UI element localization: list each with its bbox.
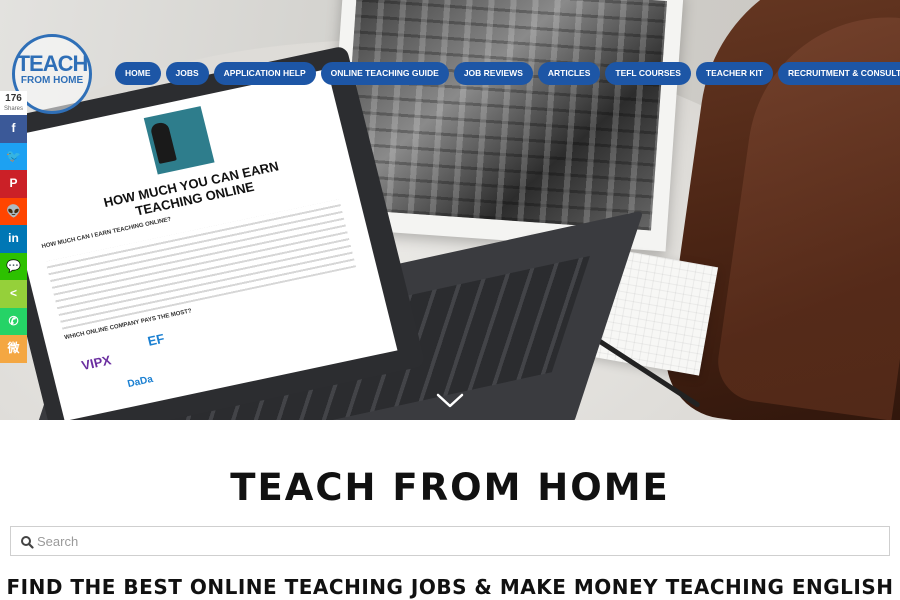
share-icon: < [9, 286, 17, 300]
share-count-number: 176 [5, 93, 22, 104]
tagline: FIND THE BEST ONLINE TEACHING JOBS & MAK… [6, 575, 894, 599]
share-buttons: f 🐦 P 👽 in 💬 < ✆ 微 [0, 115, 27, 363]
search-bar[interactable] [10, 526, 890, 556]
screen-logo-vipx: VIPX [80, 352, 113, 374]
reddit-icon: 👽 [6, 203, 21, 218]
page-title: TEACH FROM HOME [230, 466, 670, 509]
wechat-share-button[interactable]: 💬 [0, 252, 27, 280]
pinterest-icon: P [9, 176, 18, 190]
nav-articles[interactable]: ARTICLES [537, 62, 601, 85]
linkedin-icon: in [8, 231, 19, 245]
share-share-button[interactable]: < [0, 280, 27, 308]
screen-logo-ef: EF [146, 330, 167, 349]
wechat-icon: 💬 [6, 258, 21, 273]
main-nav: HOME JOBS APPLICATION HELP ONLINE TEACHI… [115, 62, 900, 85]
nav-recruitment-consulting[interactable]: RECRUITMENT & CONSULTING [778, 62, 900, 85]
nav-home[interactable]: HOME [115, 62, 161, 85]
search-input[interactable] [37, 527, 877, 555]
nav-online-teaching-guide[interactable]: ONLINE TEACHING GUIDE [320, 62, 449, 85]
logo-line-2: FROM HOME [20, 75, 84, 86]
scroll-down-chevron-icon[interactable] [436, 393, 464, 409]
search-icon [21, 536, 34, 549]
twitter-icon: 🐦 [6, 148, 21, 163]
nav-application-help[interactable]: APPLICATION HELP [213, 62, 316, 85]
logo-line-1: TEACH [16, 51, 89, 76]
twitter-share-button[interactable]: 🐦 [0, 142, 27, 170]
nav-teacher-kit[interactable]: TEACHER KIT [695, 62, 774, 85]
nav-tefl-courses[interactable]: TEFL COURSES [605, 62, 691, 85]
linkedin-share-button[interactable]: in [0, 225, 27, 253]
share-count: 176 Shares [0, 91, 27, 115]
facebook-icon: f [11, 121, 16, 135]
screen-logo-dada: DaDa [126, 374, 155, 391]
facebook-share-button[interactable]: f [0, 115, 27, 143]
article-thumbnail [143, 106, 215, 175]
magazine-photo [341, 0, 667, 231]
pinterest-share-button[interactable]: P [0, 170, 27, 198]
nav-job-reviews[interactable]: JOB REVIEWS [453, 62, 533, 85]
share-count-label: Shares [3, 106, 23, 112]
reddit-share-button[interactable]: 👽 [0, 197, 27, 225]
whatsapp-icon: ✆ [8, 313, 19, 328]
whatsapp-share-button[interactable]: ✆ [0, 307, 27, 335]
nav-jobs[interactable]: JOBS [165, 62, 209, 85]
weibo-icon: 微 [7, 341, 20, 355]
share-sidebar: 176 Shares f 🐦 P 👽 in 💬 < ✆ 微 [0, 91, 27, 363]
weibo-share-button[interactable]: 微 [0, 335, 27, 363]
